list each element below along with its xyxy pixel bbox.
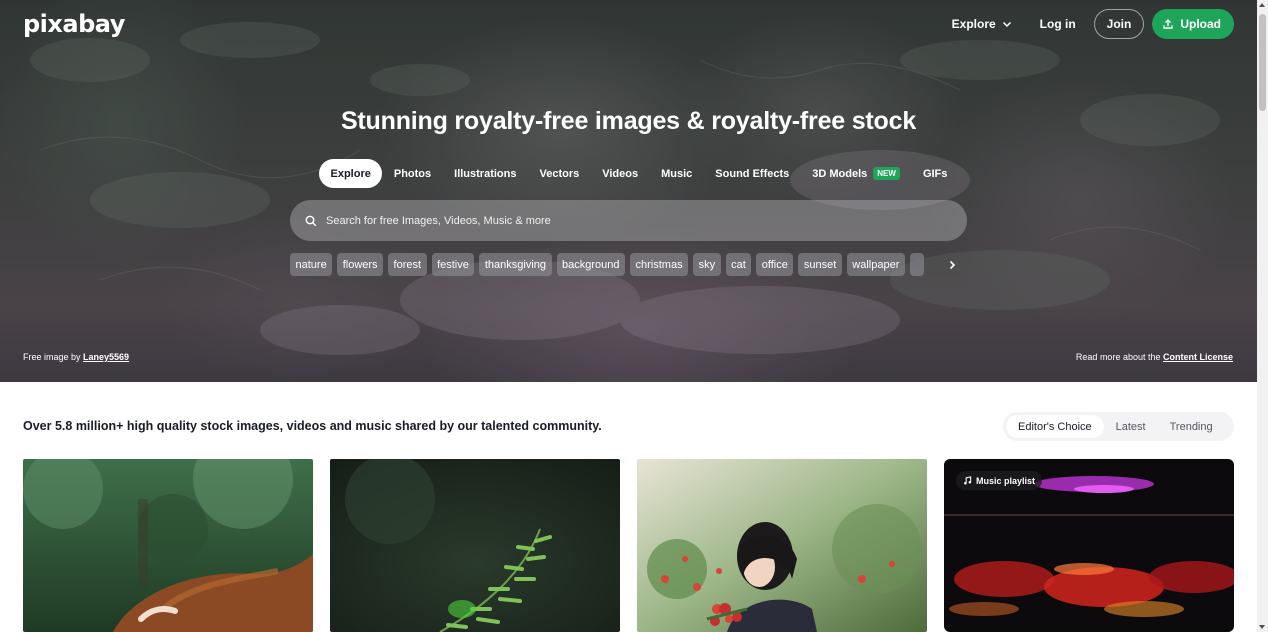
tags-next-button[interactable]	[942, 255, 962, 275]
chevron-right-icon	[949, 260, 956, 270]
image-card-fern[interactable]	[330, 459, 620, 632]
tag-chip[interactable]: cat	[725, 253, 752, 276]
search-bar[interactable]: Search for free Images, Videos, Music & …	[290, 200, 967, 241]
music-playlist-label: Music playlist	[976, 475, 1036, 486]
tab-3d-models-label: 3D Models	[812, 167, 868, 180]
credit-author-link[interactable]: Laney5569	[83, 352, 129, 362]
sort-toggle: Editor's Choice Latest Trending	[1003, 412, 1234, 441]
scrollbar-thumb[interactable]	[1259, 14, 1266, 111]
image-card-woman-flowers[interactable]	[637, 459, 927, 632]
hero-banner: pixabay Explore Log in Join Upload Stunn…	[0, 0, 1257, 382]
tag-chip[interactable]: forest	[388, 253, 427, 276]
tab-gifs[interactable]: GIFs	[911, 159, 958, 188]
page-scrollbar[interactable]	[1257, 0, 1268, 632]
tag-chip[interactable]: wallpaper	[846, 253, 905, 276]
explore-menu-button[interactable]: Explore	[942, 9, 1022, 39]
sort-latest[interactable]: Latest	[1104, 415, 1158, 438]
tab-sound-effects[interactable]: Sound Effects	[704, 159, 801, 188]
fern-image	[330, 459, 620, 632]
tag-chip[interactable]: festive	[431, 253, 475, 276]
image-card-highland-cow[interactable]	[23, 459, 313, 632]
highland-cow-image	[23, 459, 313, 632]
media-type-tabs: Explore Photos Illustrations Vectors Vid…	[319, 159, 959, 188]
image-credit: Free image by Laney5569	[23, 352, 129, 362]
tab-photos[interactable]: Photos	[382, 159, 442, 188]
search-input[interactable]: Search for free Images, Videos, Music & …	[326, 215, 551, 227]
credit-prefix: Free image by	[23, 352, 84, 362]
tab-illustrations[interactable]: Illustrations	[443, 159, 528, 188]
chevron-down-icon	[1002, 21, 1011, 28]
tab-explore[interactable]: Explore	[319, 159, 383, 188]
scroll-up-arrow-icon[interactable]	[1259, 3, 1265, 7]
tag-chip[interactable]: office	[756, 253, 794, 276]
top-navigation: Explore Log in Join Upload	[942, 9, 1234, 39]
tab-vectors[interactable]: Vectors	[528, 159, 591, 188]
content-license-link[interactable]: Content License	[1163, 352, 1233, 362]
tag-chip[interactable]: sunset	[798, 253, 842, 276]
new-badge: NEW	[873, 167, 900, 180]
tag-chip[interactable]: background	[556, 253, 626, 276]
license-note: Read more about the Content License	[1076, 352, 1233, 362]
music-playlist-badge: Music playlist	[956, 471, 1043, 490]
music-playlist-card[interactable]: Music playlist	[944, 459, 1234, 632]
tag-chip[interactable]: nature	[290, 253, 333, 276]
tag-chip[interactable]: christmas	[630, 253, 689, 276]
hero-title: Stunning royalty-free images & royalty-f…	[340, 107, 917, 135]
tag-chip[interactable]: sky	[693, 253, 721, 276]
tab-videos[interactable]: Videos	[591, 159, 650, 188]
license-prefix: Read more about the	[1075, 352, 1163, 362]
tag-chip[interactable]: flowers	[337, 253, 384, 276]
community-tagline: Over 5.8 million+ high quality stock ima…	[23, 419, 602, 433]
join-button[interactable]: Join	[1093, 9, 1145, 39]
music-note-icon	[964, 476, 972, 485]
upload-label: Upload	[1180, 17, 1221, 31]
trending-tags: nature flowers forest festive thanksgivi…	[290, 253, 936, 277]
pixabay-logo[interactable]: pixabay	[23, 10, 125, 38]
tag-chip[interactable]: thanksgiving	[479, 253, 552, 276]
upload-icon	[1163, 19, 1174, 29]
sort-trending[interactable]: Trending	[1158, 415, 1225, 438]
login-link[interactable]: Log in	[1030, 9, 1086, 39]
explore-menu-label: Explore	[951, 17, 996, 31]
search-icon	[305, 215, 317, 226]
sort-editors-choice[interactable]: Editor's Choice	[1006, 415, 1104, 438]
upload-button[interactable]: Upload	[1152, 9, 1234, 39]
tab-3d-models[interactable]: 3D Models NEW	[801, 159, 912, 188]
tag-chip[interactable]	[909, 253, 924, 276]
tab-music[interactable]: Music	[650, 159, 704, 188]
woman-with-flowers-image	[637, 459, 927, 632]
scroll-down-arrow-icon[interactable]	[1259, 625, 1265, 629]
